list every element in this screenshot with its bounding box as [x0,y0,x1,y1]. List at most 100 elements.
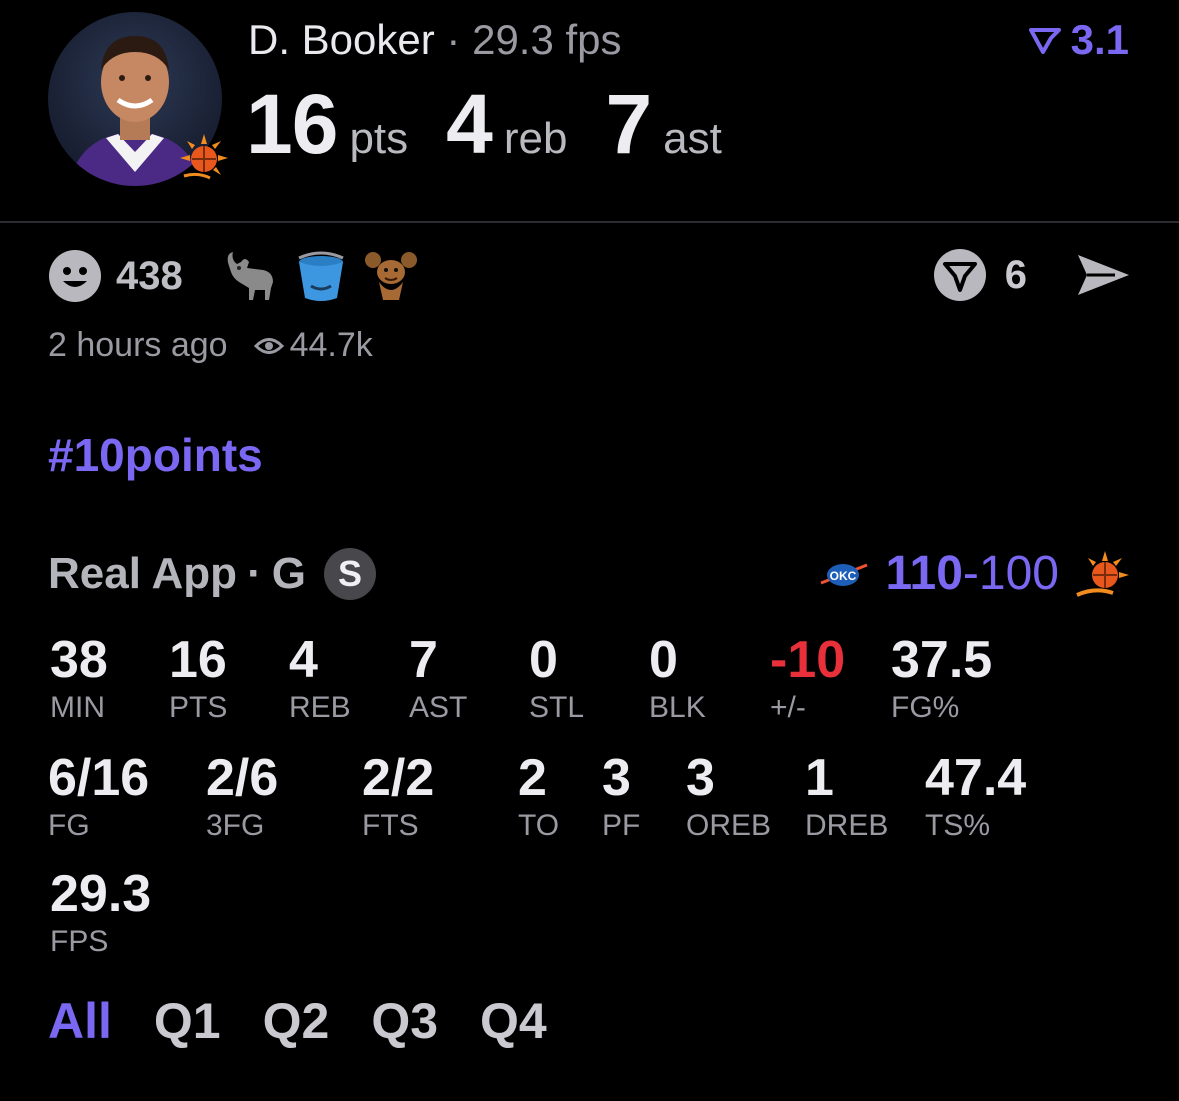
stat-ast: 7 AST [409,632,467,726]
stat-value: 4 [289,631,318,689]
stat-stl: 0 STL [529,632,584,726]
stat-value: 2 [518,749,547,807]
rebounds-value: 4 [446,77,493,171]
game-score[interactable]: OKC 110-100 [819,546,1131,601]
post-meta: 2 hours ago 44.7k [48,326,373,365]
share-count: 6 [1004,252,1027,297]
player-position: G [271,549,306,598]
tab-q3[interactable]: Q3 [371,992,438,1050]
smiley-icon[interactable] [48,249,102,303]
stat-label: OREB [686,809,772,842]
stat-label: REB [289,691,351,724]
rank-value: 3.1 [1070,16,1129,63]
stat-value: 29.3 [50,865,152,923]
rank-badge[interactable]: 3.1 [1028,16,1129,64]
share-actions: 6 [933,248,1131,302]
stat-value: 47.4 [925,749,1027,807]
repost-icon[interactable] [933,248,987,302]
separator: · [446,16,461,63]
mouse-icon[interactable] [363,248,419,304]
okc-logo-text: OKC [830,569,857,583]
stat-fg: 6/16 FG [48,750,149,844]
headline-stats: 16 pts 4 reb 7 ast [246,76,760,173]
reaction-count: 438 [116,253,183,298]
fps-text: 29.3 fps [472,16,622,63]
stat-value: 6/16 [48,749,150,807]
stat-label: FG% [891,691,960,724]
s-badge[interactable]: S [323,548,376,600]
points-unit: pts [349,114,409,163]
source-name: Real App [48,549,238,598]
time-ago: 2 hours ago [48,326,228,364]
stat-fg-pct: 37.5 FG% [891,632,992,726]
suns-logo-icon [178,132,230,184]
assists-unit: ast [663,114,722,163]
stat-blk: 0 BLK [649,632,706,726]
okc-logo-icon: OKC [820,563,869,586]
stat-value: 16 [169,631,227,689]
stat-label: TS% [925,809,991,842]
stat-value: 0 [529,631,558,689]
tab-q1[interactable]: Q1 [154,992,221,1050]
period-tabs: All Q1 Q2 Q3 Q4 [48,992,547,1050]
score-loser: 100 [978,547,1059,600]
stat-fps: 29.3 FPS [50,866,151,960]
stat-pts: 16 PTS [169,632,227,726]
views: 44.7k [253,326,373,365]
stat-label: FTS [362,809,419,842]
stat-label: +/- [770,691,806,724]
send-icon[interactable] [1075,251,1131,299]
stat-reb: 4 REB [289,632,351,726]
stat-label: DREB [805,809,889,842]
stat-value: 7 [409,631,438,689]
tab-q2[interactable]: Q2 [263,992,330,1050]
stat-fts: 2/2 FTS [362,750,434,844]
player-name[interactable]: D. Booker [248,16,435,63]
bucket-icon[interactable] [293,248,349,304]
stat-label: PF [602,809,641,842]
assists-value: 7 [605,77,652,171]
stat-value: 2/6 [206,749,279,807]
stat-value: 1 [805,749,834,807]
stat-label: 3FG [206,809,265,842]
stat-value: 0 [649,631,678,689]
stat-dreb: 1 DREB [805,750,888,844]
stat-label: TO [518,809,560,842]
stat-min: 38 MIN [50,632,108,726]
views-count: 44.7k [289,326,373,364]
stat-value: 38 [50,631,108,689]
rebounds-unit: reb [503,114,568,163]
tab-q4[interactable]: Q4 [480,992,547,1050]
stat-value: 37.5 [891,631,993,689]
stat-label: AST [409,691,468,724]
stat-to: 2 TO [518,750,559,844]
score-winner: 110 [885,547,963,600]
stat-3fg: 2/6 3FG [206,750,278,844]
stat-oreb: 3 OREB [686,750,771,844]
stat-label: BLK [649,691,706,724]
score-text: 110-100 [885,546,1059,601]
phoenix-logo-icon [1076,550,1129,597]
stat-plus-minus: -10 +/- [770,632,845,726]
stat-label: PTS [169,691,228,724]
points-value: 16 [246,77,338,171]
reactions-row: 438 [48,248,419,304]
stat-label: MIN [50,691,105,724]
goat-icon[interactable] [219,248,279,304]
stat-value: 3 [686,749,715,807]
header-divider [0,221,1179,223]
stat-source: Real App · G S [48,548,376,600]
source-separator: · [247,549,262,598]
stat-value: 3 [602,749,631,807]
rank-arrow-icon [1028,28,1061,54]
stat-value: 2/2 [362,749,435,807]
hashtag-link[interactable]: #10points [48,428,263,482]
stat-label: STL [529,691,585,724]
stat-label: FPS [50,925,109,958]
stat-value: -10 [770,631,846,689]
score-dash: - [962,547,979,600]
tab-all[interactable]: All [48,992,112,1050]
player-line: D. Booker · 29.3 fps [248,16,622,64]
stat-label: FG [48,809,90,842]
eye-icon [253,337,284,354]
